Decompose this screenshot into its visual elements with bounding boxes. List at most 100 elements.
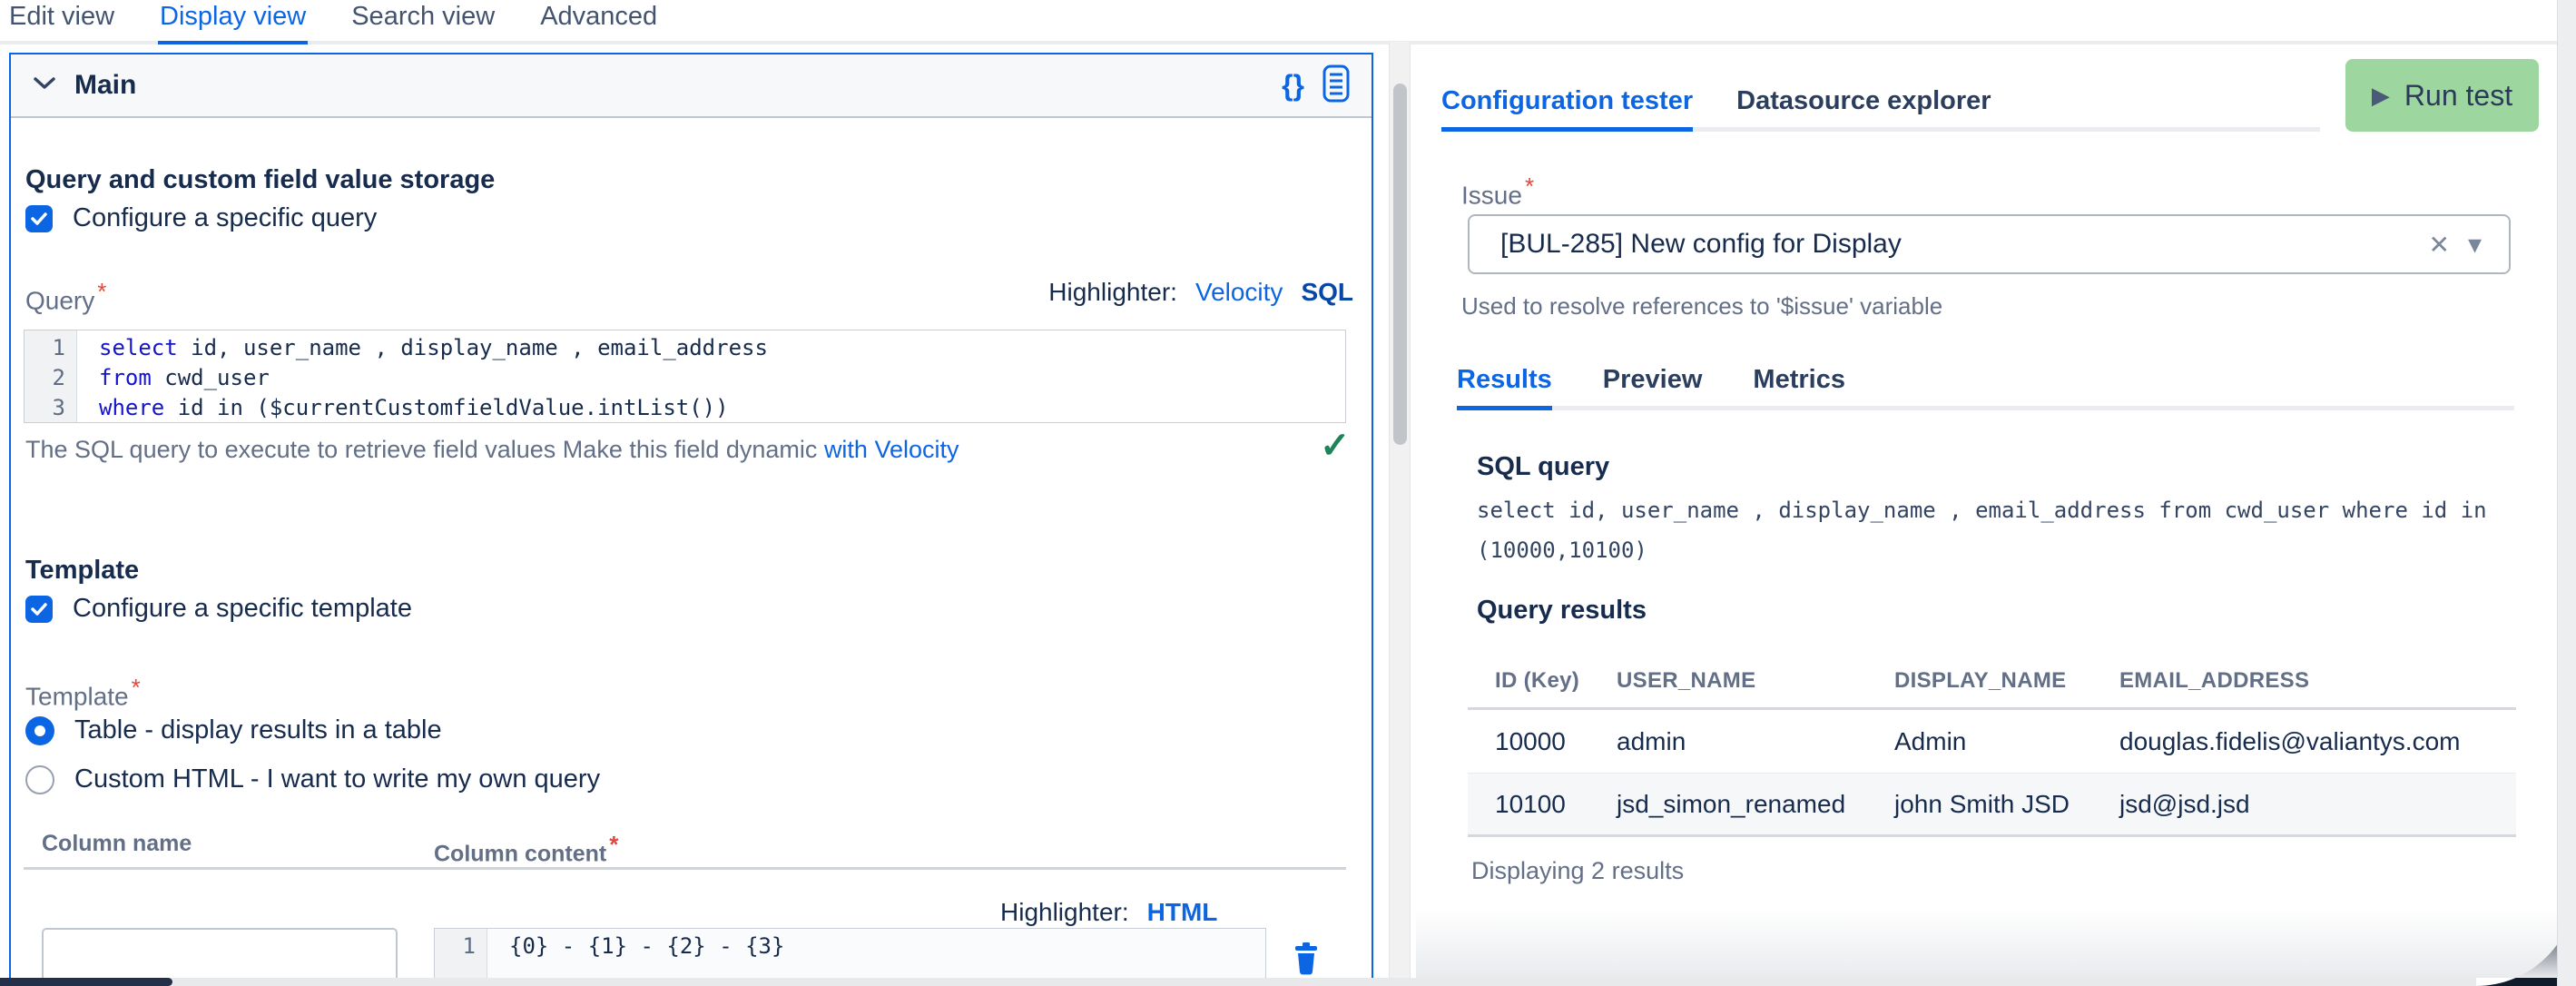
sql-query-text: select id, user_name , display_name , em…	[1477, 490, 2521, 570]
configure-template-label: Configure a specific template	[73, 594, 412, 624]
query-code-editor[interactable]: 1 2 3 select id, user_name , display_nam…	[24, 330, 1346, 423]
table-header-row: ID (Key) USER_NAME DISPLAY_NAME EMAIL_AD…	[1468, 654, 2516, 710]
highlighter-velocity-link[interactable]: Velocity	[1195, 278, 1283, 307]
columns-divider	[24, 867, 1346, 870]
storage-heading: Query and custom field value storage	[25, 165, 495, 195]
column-name-input[interactable]	[42, 928, 398, 979]
configure-template-checkbox[interactable]	[25, 596, 53, 623]
list-panel-icon[interactable]	[1322, 64, 1350, 107]
query-helper-text: The SQL query to execute to retrieve fie…	[25, 436, 959, 464]
column-header: ID (Key)	[1495, 668, 1617, 694]
clear-selection-icon[interactable]: ✕	[2415, 230, 2462, 260]
app-root: Edit view Display view Search view Advan…	[0, 0, 2576, 986]
tab-preview[interactable]: Preview	[1603, 365, 1703, 410]
issue-field-label: Issue*	[1461, 173, 1534, 210]
template-option-custom-row: Custom HTML - I want to write my own que…	[25, 764, 600, 794]
template-heading: Template	[25, 556, 139, 586]
cell-display-name: john Smith JSD	[1894, 790, 2119, 819]
run-test-label: Run test	[2404, 79, 2512, 113]
bottom-fade	[1416, 908, 2557, 978]
panel-scrollbar-track[interactable]	[1389, 42, 1411, 979]
column-header: USER_NAME	[1617, 668, 1894, 694]
tab-display-view[interactable]: Display view	[158, 0, 308, 44]
cell-display-name: Admin	[1894, 727, 2119, 756]
results-count-text: Displaying 2 results	[1471, 857, 1684, 885]
table-row: 10100 jsd_simon_renamed john Smith JSD j…	[1468, 774, 2516, 837]
highlighter-caption: Highlighter:	[1048, 278, 1177, 307]
query-results-heading: Query results	[1477, 596, 1647, 626]
highlighter-html-link[interactable]: HTML	[1147, 898, 1218, 927]
main-section-panel: Main {} Query and custom field value sto…	[9, 53, 1373, 979]
code-line: {0} - {1} - {2} - {3}	[509, 932, 1265, 961]
configure-query-checkbox[interactable]	[25, 205, 53, 232]
highlighter-sql-selected[interactable]: SQL	[1301, 278, 1353, 307]
template-option-table-row: Table - display results in a table	[25, 715, 442, 745]
template-field-label: Template*	[25, 674, 141, 711]
tab-advanced[interactable]: Advanced	[538, 0, 659, 44]
tab-edit-view[interactable]: Edit view	[7, 0, 116, 44]
view-tab-bar: Edit view Display view Search view Advan…	[0, 0, 2557, 44]
with-velocity-link[interactable]: with Velocity	[824, 436, 959, 463]
main-header-actions: {}	[1282, 64, 1350, 107]
cell-email: jsd@jsd.jsd	[2119, 790, 2516, 819]
issue-select[interactable]: [BUL-285] New config for Display ✕ ▾	[1468, 214, 2511, 274]
cell-user-name: admin	[1617, 727, 1894, 756]
template-custom-radio[interactable]	[25, 765, 54, 794]
configure-query-label: Configure a specific query	[73, 203, 377, 233]
tab-results[interactable]: Results	[1457, 365, 1552, 410]
main-section-header[interactable]: Main {}	[11, 54, 1372, 118]
braces-icon[interactable]: {}	[1282, 69, 1304, 103]
configure-query-row: Configure a specific query	[25, 203, 377, 233]
highlighter-caption: Highlighter:	[1000, 898, 1129, 927]
tab-search-view[interactable]: Search view	[349, 0, 497, 44]
dropdown-caret-icon[interactable]: ▾	[2463, 229, 2482, 261]
query-results-table: ID (Key) USER_NAME DISPLAY_NAME EMAIL_AD…	[1468, 654, 2516, 837]
panel-scrollbar-thumb[interactable]	[1393, 84, 1407, 445]
main-section-title: Main	[74, 70, 136, 101]
template-table-label: Table - display results in a table	[74, 715, 442, 745]
cell-email: douglas.fidelis@valiantys.com	[2119, 727, 2516, 756]
code-lines: {0} - {1} - {2} - {3}	[487, 929, 1265, 979]
code-line: select id, user_name , display_name , em…	[99, 333, 1345, 363]
required-asterisk: *	[97, 278, 106, 305]
required-asterisk: *	[1525, 173, 1534, 200]
cell-id: 10100	[1495, 790, 1617, 819]
table-row: 10000 admin Admin douglas.fidelis@valian…	[1468, 710, 2516, 774]
required-asterisk: *	[609, 831, 618, 858]
horizontal-scrollbar-thumb[interactable]	[0, 978, 172, 986]
cell-id: 10000	[1495, 727, 1617, 756]
required-asterisk: *	[132, 674, 141, 701]
code-line: where id in ($currentCustomfieldValue.in…	[99, 393, 1345, 423]
content-highlighter-switch: Highlighter: HTML	[1000, 898, 1217, 927]
line-number-gutter: 1	[435, 929, 487, 979]
run-test-button[interactable]: ▶ Run test	[2345, 59, 2539, 132]
tab-configuration-tester[interactable]: Configuration tester	[1441, 86, 1693, 132]
query-field-label: Query*	[25, 278, 106, 315]
code-lines: select id, user_name , display_name , em…	[77, 330, 1345, 423]
tab-datasource-explorer[interactable]: Datasource explorer	[1736, 86, 1991, 132]
column-content-header: Column content*	[434, 831, 618, 867]
column-header: EMAIL_ADDRESS	[2119, 668, 2516, 694]
line-number-gutter: 1 2 3	[25, 330, 77, 423]
template-table-radio[interactable]	[25, 716, 54, 745]
chevron-down-icon[interactable]	[33, 76, 56, 95]
delete-column-trash-icon[interactable]	[1293, 942, 1319, 979]
configure-template-row: Configure a specific template	[25, 594, 412, 624]
cell-user-name: jsd_simon_renamed	[1617, 790, 1894, 819]
column-header: DISPLAY_NAME	[1894, 668, 2119, 694]
query-highlighter-switch: Highlighter: Velocity SQL	[1048, 278, 1353, 307]
tab-metrics[interactable]: Metrics	[1753, 365, 1845, 410]
page-sheet: Edit view Display view Search view Advan…	[0, 0, 2576, 986]
play-icon: ▶	[2372, 82, 2390, 110]
column-name-header: Column name	[42, 831, 192, 857]
horizontal-scrollbar-track[interactable]	[0, 978, 2476, 986]
template-custom-label: Custom HTML - I want to write my own que…	[74, 764, 600, 794]
issue-helper-text: Used to resolve references to '$issue' v…	[1461, 292, 1942, 320]
issue-selected-value: [BUL-285] New config for Display	[1500, 229, 1902, 260]
sql-query-heading: SQL query	[1477, 452, 1609, 482]
page-scrollbar-track[interactable]	[2557, 0, 2576, 986]
query-valid-check-icon: ✓	[1320, 425, 1351, 467]
code-line: from cwd_user	[99, 363, 1345, 393]
column-content-editor[interactable]: 1 {0} - {1} - {2} - {3}	[434, 928, 1266, 979]
tester-tab-bar: Configuration tester Datasource explorer	[1441, 86, 2320, 132]
